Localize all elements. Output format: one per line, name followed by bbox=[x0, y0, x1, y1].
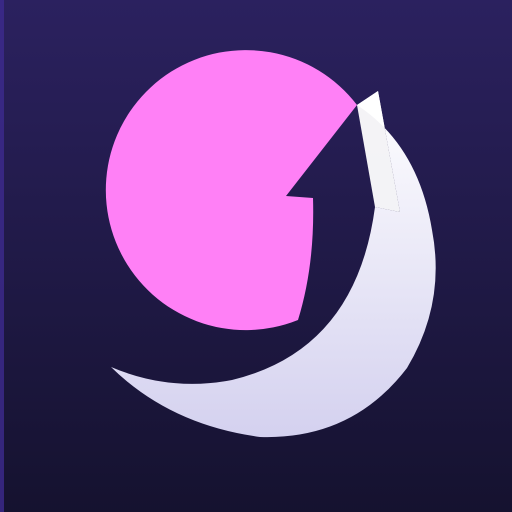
app-icon bbox=[0, 0, 512, 512]
upward-arrow-moon-icon bbox=[0, 0, 512, 512]
edge-accent bbox=[0, 0, 4, 512]
